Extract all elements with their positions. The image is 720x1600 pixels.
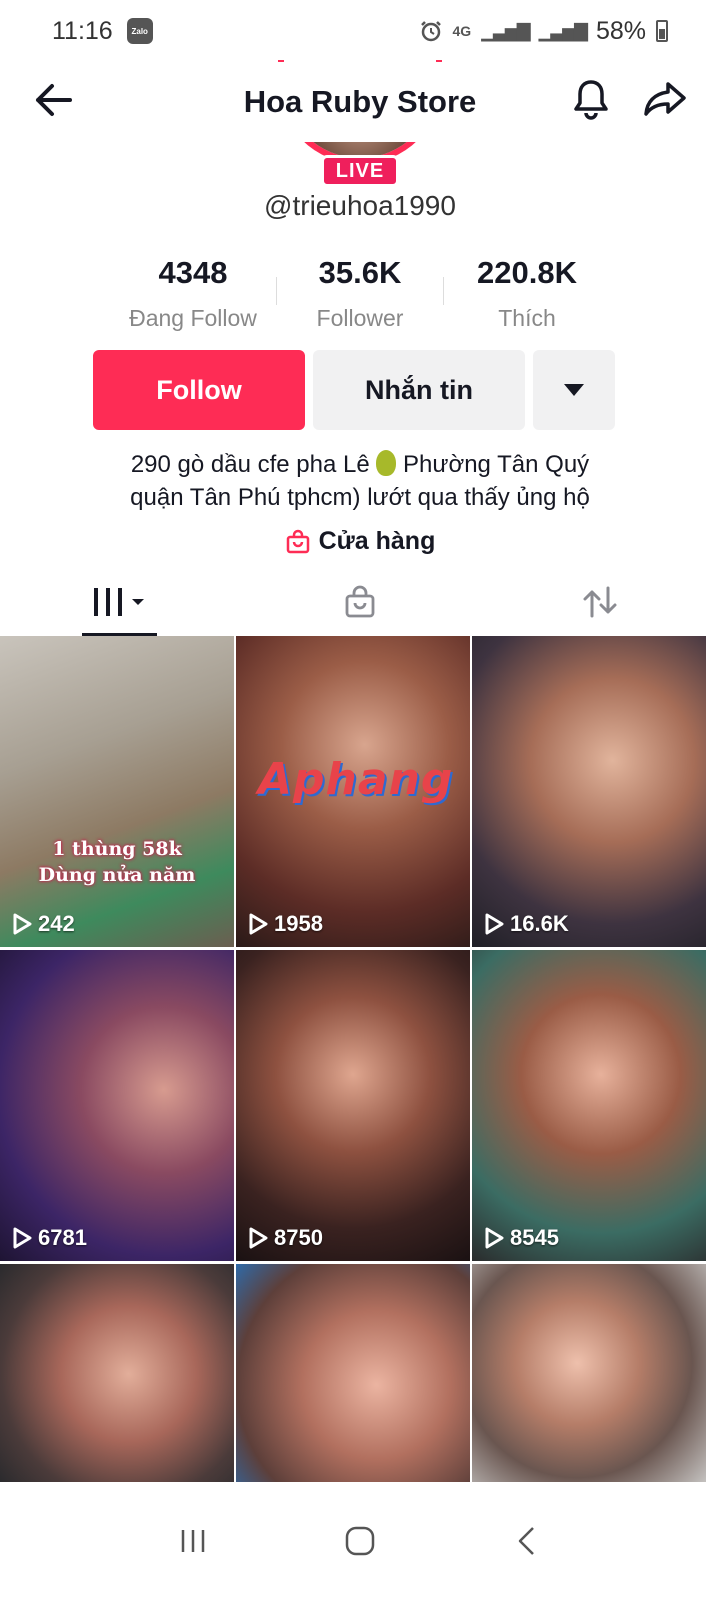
live-badge[interactable]: LIVE [321, 155, 399, 187]
grid-icon [94, 588, 144, 616]
recent-apps-button[interactable] [163, 1511, 223, 1571]
video-tile[interactable]: 16.6K [472, 636, 706, 947]
shop-link[interactable]: Cửa hàng [0, 527, 720, 556]
video-grid: 1 thùng 58k Dùng nửa năm 242 Aphang 1958… [0, 636, 720, 1482]
status-time: 11:16 [52, 16, 113, 45]
play-icon [249, 1227, 268, 1249]
view-count: 16.6K [484, 911, 569, 937]
stat-value: 4348 [158, 255, 228, 290]
status-right: 4G ▁▃▅▇ ▁▃▅▇ 58% [419, 17, 668, 46]
view-count-value: 1958 [274, 911, 323, 936]
view-count-value: 6781 [38, 1225, 87, 1250]
stat-following[interactable]: 4348 Đang Follow [110, 255, 276, 335]
back-button[interactable] [497, 1511, 557, 1571]
view-count-value: 16.6K [510, 911, 569, 936]
bio-line2: quận Tân Phú tphcm) lướt qua thấy ủng hộ [130, 484, 590, 511]
home-button[interactable] [330, 1511, 390, 1571]
profile-stats: 4348 Đang Follow 35.6K Follower 220.8K T… [110, 255, 610, 335]
bell-icon[interactable] [566, 74, 616, 124]
view-count: 242 [12, 911, 75, 937]
stat-label: Follower [316, 305, 404, 331]
tab-shop[interactable] [240, 568, 480, 636]
battery-icon [656, 20, 668, 42]
view-count-value: 242 [38, 911, 75, 936]
view-count-value: 8545 [510, 1225, 559, 1250]
view-count: 8545 [484, 1225, 559, 1251]
stat-likes[interactable]: 220.8K Thích [444, 255, 610, 335]
tab-videos[interactable] [0, 568, 240, 636]
username: @trieuhoa1990 [264, 190, 456, 221]
view-count: 8750 [248, 1225, 323, 1251]
video-tile[interactable]: 8750 [236, 950, 470, 1261]
profile-bio: 290 gò dầu cfe pha Lê Phường Tân Quý quậ… [60, 448, 660, 514]
bio-line1-end: Phường Tân Quý [403, 451, 590, 478]
back-arrow-icon[interactable] [30, 76, 78, 124]
video-tile[interactable]: 8545 [472, 950, 706, 1261]
pear-emoji-icon [376, 450, 397, 476]
recent-apps-icon [182, 1530, 205, 1552]
caption-line: 1 thùng 58k [52, 838, 182, 860]
stat-label: Thích [498, 305, 556, 331]
share-icon[interactable] [640, 74, 690, 124]
play-icon [13, 1227, 32, 1249]
status-bar: 11:16 Zalo 4G ▁▃▅▇ ▁▃▅▇ 58% [0, 0, 720, 62]
view-count: 6781 [12, 1225, 87, 1251]
video-tile[interactable] [236, 1264, 470, 1482]
stat-followers[interactable]: 35.6K Follower [277, 255, 443, 335]
system-nav-bar [0, 1482, 720, 1600]
caret-down-icon [564, 384, 584, 396]
page-title: Hoa Ruby Store [243, 84, 477, 119]
more-options-button[interactable] [533, 350, 615, 430]
signal-icon-2: ▁▃▅▇ [538, 20, 588, 41]
status-left: 11:16 Zalo [52, 17, 153, 46]
follow-button[interactable]: Follow [93, 350, 305, 430]
zalo-notification-icon: Zalo [126, 18, 153, 44]
caption-line: Dùng nửa năm [38, 864, 196, 886]
video-tile[interactable] [472, 1264, 706, 1482]
battery-percent: 58% [595, 16, 646, 45]
play-icon [249, 913, 268, 935]
video-tile[interactable] [0, 1264, 234, 1482]
content-tabs [0, 568, 720, 636]
header: Hoa Ruby Store [0, 62, 720, 142]
video-tile[interactable]: Aphang 1958 [236, 636, 470, 947]
stat-value: 220.8K [477, 255, 577, 290]
play-icon [13, 913, 32, 935]
back-chevron-icon [518, 1527, 534, 1555]
video-tile[interactable]: 1 thùng 58k Dùng nửa năm 242 [0, 636, 234, 947]
repost-icon [583, 586, 617, 618]
shopping-bag-icon [345, 585, 375, 618]
bio-line1-start: 290 gò dầu cfe pha Lê [130, 451, 370, 478]
tab-reposts[interactable] [480, 568, 720, 636]
home-icon [345, 1526, 375, 1556]
stat-label: Đang Follow [129, 305, 257, 331]
view-count-value: 8750 [274, 1225, 323, 1250]
video-caption: 1 thùng 58k Dùng nửa năm [0, 836, 234, 888]
alarm-icon [420, 21, 441, 42]
video-tile[interactable]: 6781 [0, 950, 234, 1261]
signal-icon: ▁▃▅▇ [481, 20, 530, 41]
message-button[interactable]: Nhắn tin [313, 350, 525, 430]
shop-label: Cửa hàng [318, 527, 436, 555]
network-type: 4G [452, 23, 472, 39]
play-icon [485, 1227, 504, 1249]
play-icon [485, 913, 504, 935]
watermark: Aphang [258, 754, 454, 805]
stat-value: 35.6K [318, 255, 402, 290]
shop-bag-icon [286, 529, 309, 553]
view-count: 1958 [248, 911, 323, 937]
